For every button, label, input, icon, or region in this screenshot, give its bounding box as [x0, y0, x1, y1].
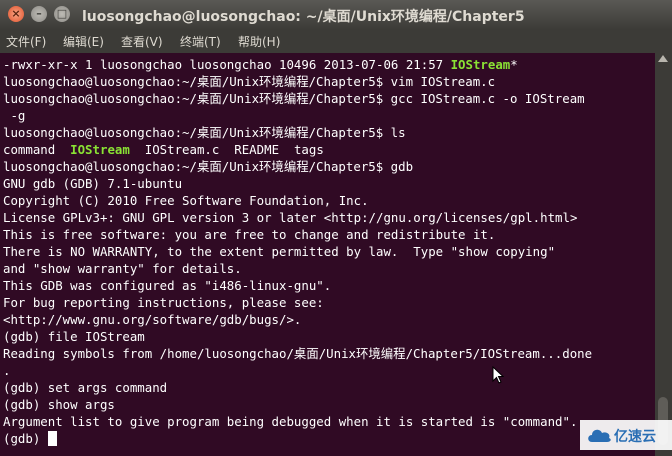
terminal-line: luosongchao@luosongchao:~/桌面/Unix环境编程/Ch… — [3, 124, 406, 141]
minimize-button[interactable]: – — [31, 6, 47, 22]
terminal-line: (gdb) file IOStream — [3, 328, 145, 345]
terminal-line: luosongchao@luosongchao:~/桌面/Unix环境编程/Ch… — [3, 73, 495, 90]
terminal-line-text: (gdb) file IOStream — [3, 329, 145, 344]
terminal-line: This GDB was configured as "i486-linux-g… — [3, 277, 331, 294]
terminal-line: (gdb) — [3, 430, 57, 447]
terminal-line-text: command — [3, 142, 71, 157]
menu-edit[interactable]: 编辑(E) — [63, 33, 104, 50]
watermark: 亿速云 — [580, 420, 672, 450]
terminal-line-text: (gdb) — [3, 431, 48, 446]
terminal-line-text: -g — [3, 108, 26, 123]
terminal-line: -rwxr-xr-x 1 luosongchao luosongchao 104… — [3, 56, 518, 73]
terminal-line-text: For bug reporting instructions, please s… — [3, 295, 324, 310]
menu-help[interactable]: 帮助(H) — [238, 33, 280, 50]
terminal-window: × – □ luosongchao@luosongchao: ~/桌面/Unix… — [0, 0, 672, 456]
terminal-line-text: License GPLv3+: GNU GPL version 3 or lat… — [3, 210, 578, 225]
terminal-line-text: * — [510, 57, 518, 72]
maximize-button[interactable]: □ — [54, 6, 70, 22]
terminal-line: Copyright (C) 2010 Free Software Foundat… — [3, 192, 369, 209]
mouse-pointer-icon — [492, 366, 504, 384]
terminal-line-text: This GDB was configured as "i486-linux-g… — [3, 278, 332, 293]
terminal-line-text: luosongchao@luosongchao:~/桌面/Unix环境编程/Ch… — [3, 91, 585, 106]
terminal-line-text: This is free software: you are free to c… — [3, 227, 496, 242]
title-bar[interactable]: × – □ luosongchao@luosongchao: ~/桌面/Unix… — [0, 0, 672, 30]
terminal-line-text: <http://www.gnu.org/software/gdb/bugs/>. — [3, 312, 302, 327]
terminal-line: There is NO WARRANTY, to the extent perm… — [3, 243, 555, 260]
terminal-line-text: IOStream.c README tags — [129, 142, 324, 157]
terminal-line: Reading symbols from /home/luosongchao/桌… — [3, 345, 592, 362]
close-button[interactable]: × — [8, 6, 24, 22]
terminal-line: (gdb) set args command — [3, 379, 167, 396]
vertical-scrollbar[interactable] — [655, 53, 672, 456]
menu-terminal[interactable]: 终端(T) — [180, 33, 221, 50]
terminal-line-text: luosongchao@luosongchao:~/桌面/Unix环境编程/Ch… — [3, 159, 414, 174]
executable-filename: IOStream — [450, 57, 511, 72]
terminal-line-text: There is NO WARRANTY, to the extent perm… — [3, 244, 556, 259]
terminal-line-text: luosongchao@luosongchao:~/桌面/Unix环境编程/Ch… — [3, 125, 406, 140]
menu-view[interactable]: 查看(V) — [121, 33, 163, 50]
terminal-line: GNU gdb (GDB) 7.1-ubuntu — [3, 175, 182, 192]
terminal-line-text: luosongchao@luosongchao:~/桌面/Unix环境编程/Ch… — [3, 74, 496, 89]
terminal-line: and "show warranty" for details. — [3, 260, 242, 277]
terminal-line: This is free software: you are free to c… — [3, 226, 495, 243]
window-title: luosongchao@luosongchao: ~/桌面/Unix环境编程/C… — [82, 9, 525, 25]
terminal-line: <http://www.gnu.org/software/gdb/bugs/>. — [3, 311, 301, 328]
terminal-line-text: Reading symbols from /home/luosongchao/桌… — [3, 346, 593, 361]
terminal-line-text: -rwxr-xr-x 1 luosongchao luosongchao 104… — [3, 57, 451, 72]
terminal-line: . — [3, 362, 10, 379]
menu-bar: 文件(F) 编辑(E) 查看(V) 终端(T) 帮助(H) — [0, 30, 672, 52]
terminal-line: -g — [3, 107, 25, 124]
terminal-line-text: (gdb) set args command — [3, 380, 168, 395]
terminal-line: command IOStream IOStream.c README tags — [3, 141, 324, 158]
terminal-line: (gdb) show args — [3, 396, 115, 413]
terminal-line-text: GNU gdb (GDB) 7.1-ubuntu — [3, 176, 183, 191]
terminal-line-text: Argument list to give program being debu… — [3, 414, 578, 429]
scroll-up-arrow-icon[interactable] — [658, 55, 668, 62]
terminal-line: luosongchao@luosongchao:~/桌面/Unix环境编程/Ch… — [3, 158, 413, 175]
terminal-line: luosongchao@luosongchao:~/桌面/Unix环境编程/Ch… — [3, 90, 585, 107]
watermark-text: 亿速云 — [614, 429, 656, 445]
menu-file[interactable]: 文件(F) — [6, 33, 46, 50]
terminal-output[interactable]: -rwxr-xr-x 1 luosongchao luosongchao 104… — [0, 53, 655, 456]
terminal-line-text: (gdb) show args — [3, 397, 115, 412]
cloud-logo-icon — [588, 429, 611, 442]
terminal-line: Argument list to give program being debu… — [3, 413, 577, 430]
terminal-line: For bug reporting instructions, please s… — [3, 294, 324, 311]
terminal-line-text: . — [3, 363, 11, 378]
text-cursor — [47, 431, 57, 446]
terminal-line: License GPLv3+: GNU GPL version 3 or lat… — [3, 209, 577, 226]
executable-filename: IOStream — [70, 142, 130, 157]
terminal-line-text: and "show warranty" for details. — [3, 261, 242, 276]
terminal-line-text: Copyright (C) 2010 Free Software Foundat… — [3, 193, 369, 208]
